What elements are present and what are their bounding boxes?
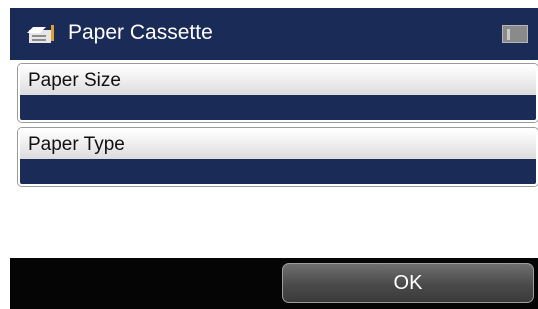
printer-cassette-icon xyxy=(26,22,56,46)
paper-type-setting[interactable]: Paper Type xyxy=(18,128,538,186)
button-bar: OK xyxy=(10,258,538,309)
paper-size-setting[interactable]: Paper Size xyxy=(18,64,538,122)
title-bar: Paper Cassette xyxy=(10,8,538,60)
paper-size-value xyxy=(20,95,536,120)
paper-size-label: Paper Size xyxy=(20,66,536,95)
status-indicator-icon xyxy=(502,25,528,43)
printer-panel-screen: Paper Cassette Paper Size Paper Type OK xyxy=(10,8,538,309)
paper-type-value xyxy=(20,159,536,184)
paper-type-label: Paper Type xyxy=(20,130,536,159)
page-title: Paper Cassette xyxy=(68,21,213,44)
ok-button[interactable]: OK xyxy=(282,263,534,303)
